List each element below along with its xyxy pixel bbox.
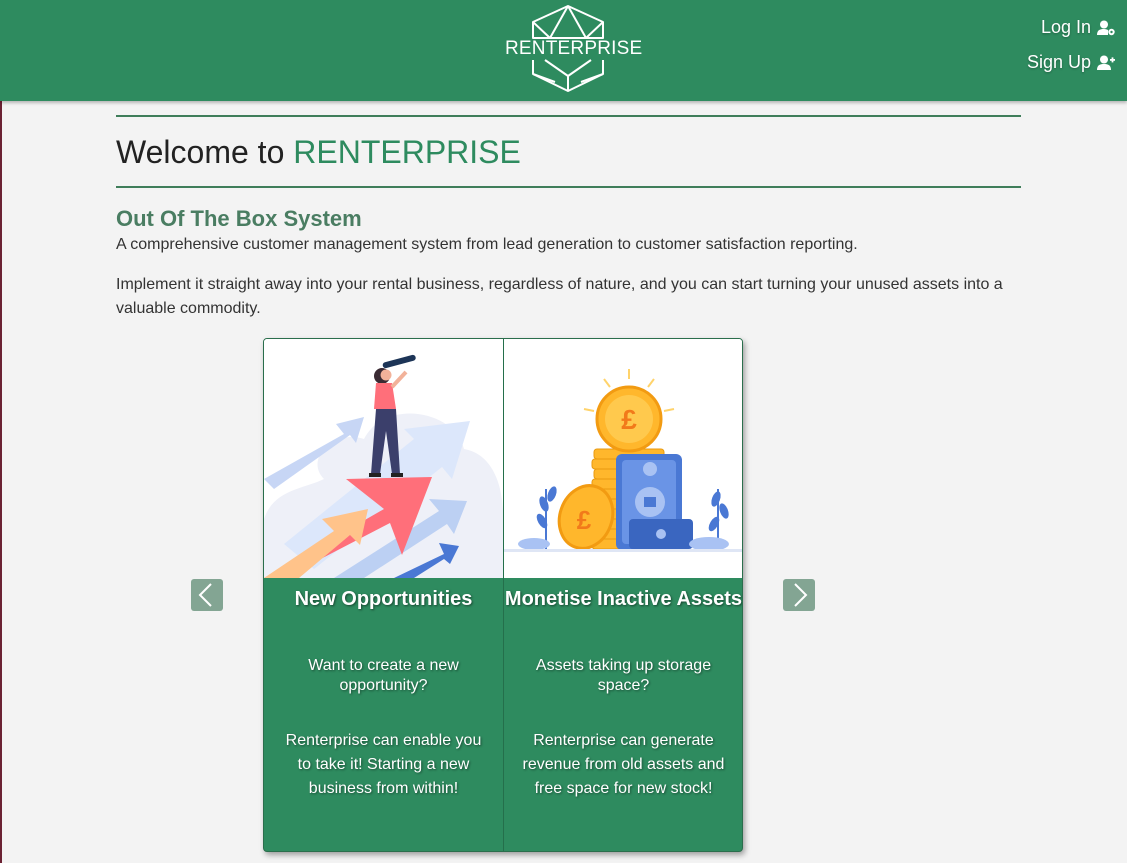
chevron-left-icon (198, 583, 212, 607)
carousel-slide[interactable]: New Opportunities Want to create a new o… (264, 339, 503, 851)
section-title: Out Of The Box System (116, 206, 362, 231)
chevron-right-icon (794, 583, 808, 607)
login-label: Log In (1040, 17, 1091, 37)
svg-text:£: £ (577, 505, 592, 535)
welcome-brand: RENTERPRISE (293, 134, 521, 170)
slide-description: Renterprise can generate revenue from ol… (522, 732, 725, 797)
site-logo[interactable]: RENTERPRISE (505, 4, 643, 94)
user-cog-icon (1097, 20, 1115, 35)
top-divider (116, 115, 1021, 117)
carousel-prev-button[interactable] (191, 579, 223, 611)
logo-text: RENTERPRISE (505, 38, 643, 59)
pound-coins-illustration: £ £ (504, 339, 742, 578)
signup-link[interactable]: Sign Up (1027, 52, 1115, 73)
slide-question: Want to create a new opportunity? (308, 657, 459, 694)
page-title: Welcome to RENTERPRISE (116, 132, 521, 172)
title-divider (116, 186, 1021, 188)
slide-title: Monetise Inactive Assets (504, 588, 743, 610)
intro-paragraph: A comprehensive customer management syst… (116, 236, 858, 253)
slide-question: Assets taking up storage space? (535, 657, 712, 694)
detail-paragraph: Implement it straight away into your ren… (116, 276, 1003, 317)
window-edge (0, 100, 2, 863)
slide-description: Renterprise can enable you to take it! S… (285, 732, 482, 797)
signup-label: Sign Up (1026, 52, 1091, 72)
slide-title: New Opportunities (294, 588, 473, 610)
top-navbar: RENTERPRISE Log In Sign Up (0, 0, 1127, 101)
carousel-next-button[interactable] (783, 579, 815, 611)
login-link[interactable]: Log In (1041, 17, 1115, 38)
carousel-slide[interactable]: £ £ Monetise Inactive Assets Assets taki… (504, 339, 743, 851)
svg-text:£: £ (621, 404, 637, 435)
user-plus-icon (1097, 55, 1115, 70)
telescope-growth-illustration (264, 339, 503, 578)
welcome-prefix: Welcome to (116, 134, 294, 170)
feature-carousel: New Opportunities Want to create a new o… (263, 338, 743, 852)
